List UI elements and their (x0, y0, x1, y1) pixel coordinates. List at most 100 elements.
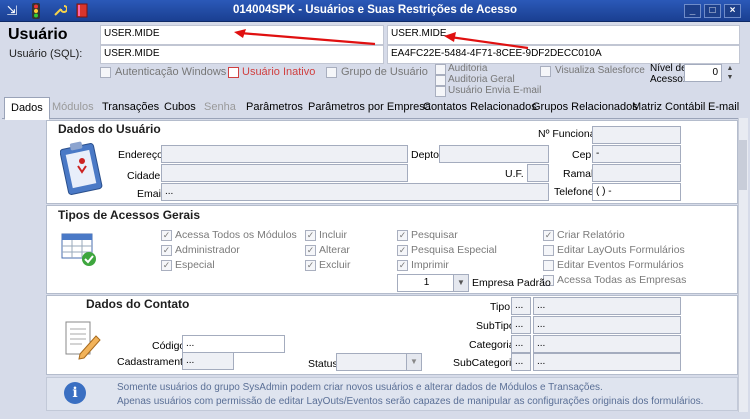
imprimir-checkbox[interactable]: ✓ (397, 260, 408, 271)
document-pencil-icon (62, 318, 102, 360)
tab-transacoes[interactable]: Transações (96, 97, 165, 119)
email-field[interactable]: ... (161, 183, 549, 201)
subcategoria-code-field[interactable]: ... (511, 353, 531, 371)
criar-relatorio-label: Criar Relatório (557, 229, 625, 241)
visualiza-salesforce-label: Visualiza Salesforce (555, 65, 645, 76)
autenticacao-windows-checkbox[interactable] (100, 67, 111, 78)
subtipo-code-field[interactable]: ... (511, 316, 531, 334)
endereco-label: Endereço (118, 149, 163, 161)
uf-field[interactable] (527, 164, 549, 182)
subtipo-label: SubTipo (476, 320, 515, 332)
dados-contato-title: Dados do Contato (86, 297, 190, 311)
title-bar: ⇲ 014004SPK - Usuários e Suas Restrições… (0, 0, 750, 22)
auditoria-label: Auditoria (448, 63, 488, 74)
pesquisa-especial-checkbox[interactable]: ✓ (397, 245, 408, 256)
cidade-label: Cidade (127, 170, 161, 182)
acessa-todas-empresas-label: Acessa Todas as Empresas (557, 274, 687, 286)
ramal-field[interactable] (592, 164, 681, 182)
close-icon[interactable]: × (724, 4, 741, 18)
uf-label: U.F. (505, 168, 524, 180)
imprimir-label: Imprimir (411, 259, 449, 271)
scrollbar-thumb[interactable] (739, 140, 747, 190)
pesquisar-checkbox[interactable]: ✓ (397, 230, 408, 241)
maximize-icon[interactable]: □ (704, 4, 721, 18)
tipo-code-field[interactable]: ... (511, 297, 531, 315)
excluir-checkbox[interactable]: ✓ (305, 260, 316, 271)
tipo-desc-field[interactable]: ... (533, 297, 681, 315)
autenticacao-windows-label: Autenticação Windows (115, 66, 227, 78)
telefone-label: Telefone (554, 186, 594, 198)
auditoria-geral-label: Auditoria Geral (448, 74, 515, 85)
tab-contatos-relacionados[interactable]: Contatos Relacionados (417, 97, 543, 119)
categoria-code-field[interactable]: ... (511, 335, 531, 353)
tab-cubos[interactable]: Cubos (158, 97, 202, 119)
depto-field[interactable] (439, 145, 549, 163)
cep-field[interactable]: - (592, 145, 681, 163)
cadastramento-field[interactable]: ... (182, 352, 234, 370)
subcategoria-label: SubCategoria (453, 357, 518, 369)
editar-eventos-checkbox[interactable] (543, 260, 554, 271)
cep-label: Cep (572, 149, 592, 161)
window-title: 014004SPK - Usuários e Suas Restrições d… (232, 4, 518, 16)
acessa-todos-modulos-checkbox[interactable]: ✓ (161, 230, 172, 241)
auditoria-checkbox[interactable] (435, 64, 446, 75)
tab-senha[interactable]: Senha (198, 97, 242, 119)
info-icon: i (64, 382, 86, 404)
tab-email[interactable]: E-mail (702, 97, 745, 119)
telefone-field[interactable]: ( ) - (592, 183, 681, 201)
ramal-label: Ramal (563, 168, 594, 180)
excluir-label: Excluir (319, 259, 351, 271)
minimize-icon[interactable]: _ (684, 4, 701, 18)
acessa-todos-modulos-label: Acessa Todos os Módulos (175, 229, 297, 241)
endereco-field[interactable] (161, 145, 408, 163)
tab-modulos[interactable]: Módulos (46, 97, 100, 119)
grupo-usuario-checkbox[interactable] (326, 67, 337, 78)
pesquisa-especial-label: Pesquisa Especial (411, 244, 497, 256)
usuario-label: Usuário (8, 26, 68, 43)
usuario-inativo-checkbox[interactable] (228, 67, 239, 78)
status-label: Status (308, 358, 338, 370)
auditoria-geral-checkbox[interactable] (435, 75, 446, 86)
criar-relatorio-checkbox[interactable]: ✓ (543, 230, 554, 241)
tipos-acesso-title: Tipos de Acessos Gerais (58, 208, 201, 222)
info-line-2: Apenas usuários com permissão de editar … (117, 396, 704, 407)
usuario-inativo-label: Usuário Inativo (242, 66, 316, 78)
tab-parametros[interactable]: Parâmetros (240, 97, 309, 119)
annotation-arrow-right (444, 32, 529, 50)
incluir-checkbox[interactable]: ✓ (305, 230, 316, 241)
subtipo-desc-field[interactable]: ... (533, 316, 681, 334)
nr-funcional-field[interactable] (592, 126, 681, 144)
incluir-label: Incluir (319, 229, 348, 241)
cidade-field[interactable] (161, 164, 408, 182)
annotation-arrow-left (234, 29, 376, 46)
editar-eventos-label: Editar Eventos Formulários (557, 259, 684, 271)
administrador-checkbox[interactable]: ✓ (161, 245, 172, 256)
visualiza-salesforce-checkbox[interactable] (540, 66, 551, 77)
chevron-down-icon[interactable]: ▼ (453, 275, 468, 291)
grid-checkmark-icon (60, 232, 100, 268)
nivel-acesso-label-1: Nível de (650, 63, 687, 74)
depto-label: Depto (411, 149, 440, 161)
usuario-envia-email-checkbox[interactable] (435, 86, 446, 97)
editar-layouts-checkbox[interactable] (543, 245, 554, 256)
tab-dados[interactable]: Dados (4, 97, 50, 120)
codigo-field[interactable]: ... (182, 335, 285, 353)
nivel-acesso-spinner[interactable]: ▲ ▼ (724, 64, 736, 82)
especial-checkbox[interactable]: ✓ (161, 260, 172, 271)
nivel-acesso-label-2: Acesso: (650, 74, 686, 85)
info-line-1: Somente usuários do grupo SysAdmin podem… (117, 382, 603, 393)
alterar-label: Alterar (319, 244, 350, 256)
pesquisar-label: Pesquisar (411, 229, 458, 241)
chevron-down-icon[interactable]: ▼ (406, 354, 421, 370)
subcategoria-desc-field[interactable]: ... (533, 353, 681, 371)
cadastramento-label: Cadastramento (117, 356, 189, 368)
tab-matriz-contabil[interactable]: Matriz Contábil (626, 97, 711, 119)
alterar-checkbox[interactable]: ✓ (305, 245, 316, 256)
codigo-label: Código (152, 340, 186, 352)
usuario-sql-label: Usuário (SQL): (9, 48, 83, 60)
nr-funcional-label: Nº Funcional (538, 128, 598, 140)
usuario-envia-email-label: Usuário Envia E-mail (448, 85, 542, 96)
categoria-desc-field[interactable]: ... (533, 335, 681, 353)
nivel-acesso-field[interactable]: 0 (684, 64, 722, 82)
especial-label: Especial (175, 259, 215, 271)
